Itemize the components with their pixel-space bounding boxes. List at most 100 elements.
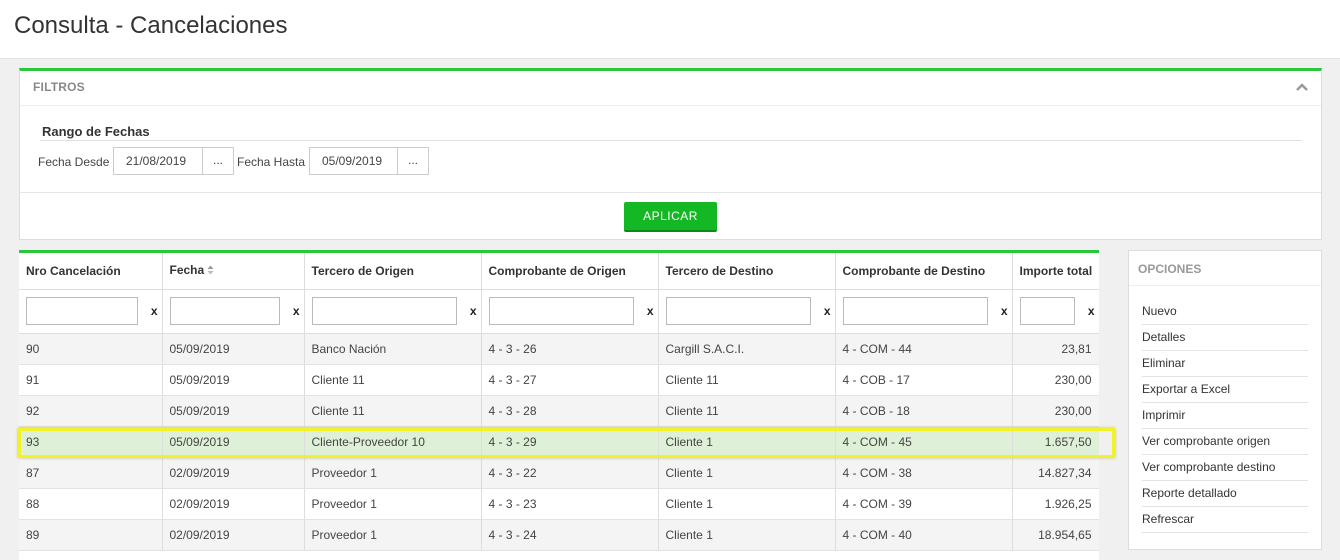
to-date-picker-button[interactable]: ... <box>397 147 429 175</box>
column-filter-input[interactable] <box>488 297 634 325</box>
options-menu: Nuevo Detalles Eliminar Exportar a Excel Imp… <box>1142 299 1308 533</box>
chevron-up-icon[interactable] <box>1295 80 1309 94</box>
tercero-origen-cell: Banco Nación <box>304 333 482 365</box>
tercero-origen-cell: Cliente 11 <box>304 364 482 396</box>
table-row[interactable]: 87 02/09/2019 Proveedor 14 - 3 - 22 Cliente… <box>19 457 1099 489</box>
table-row[interactable]: 89 02/09/2019 Proveedor 14 - 3 - 24 Cliente… <box>19 519 1099 551</box>
importe-total-cell: 14.827,34 <box>1012 457 1099 489</box>
divider <box>20 192 1321 193</box>
importe-total-cell: 230,00 <box>1012 395 1099 427</box>
clear-filter-button[interactable]: x <box>1088 304 1095 318</box>
column-filter-input[interactable] <box>1019 297 1075 325</box>
column-header[interactable]: Tercero de Destino <box>658 253 836 290</box>
divider <box>20 105 1321 106</box>
nro-cancelacion-cell: 93 <box>19 426 163 458</box>
from-date-picker-button[interactable]: ... <box>202 147 234 175</box>
table-row[interactable]: 88 02/09/2019 Proveedor 14 - 3 - 23 Cliente… <box>19 488 1099 520</box>
date-range-title: Rango de Fechas <box>42 124 150 139</box>
page-title: Consulta - Cancelaciones <box>14 12 288 39</box>
comprobante-origen-cell: 4 - 3 - 24 <box>481 519 659 551</box>
clear-filter-button[interactable]: x <box>647 304 654 318</box>
column-header[interactable]: Fecha <box>162 253 305 290</box>
importe-total-cell: 230,00 <box>1012 364 1099 396</box>
column-filter-input[interactable] <box>311 297 457 325</box>
column-filter-input[interactable] <box>26 297 138 325</box>
clear-filter-button[interactable]: x <box>824 304 831 318</box>
column-filter-input[interactable] <box>169 297 280 325</box>
to-date-field[interactable]: 05/09/2019 <box>309 147 399 175</box>
column-header-label: Tercero de Destino <box>665 263 774 278</box>
table-row[interactable]: 92 05/09/2019 Cliente 11 4 - 3 - 28 Cliente … <box>19 395 1099 427</box>
header-row: Nro Cancelación Fecha Tercero de Origen … <box>19 253 1099 290</box>
table-row[interactable]: 93 05/09/2019 Cliente-Proveedor 10 4 - 3 - … <box>19 426 1099 458</box>
clear-filter-button[interactable]: x <box>151 304 158 318</box>
divider <box>40 140 1302 141</box>
comprobante-origen-cell: 4 - 3 - 26 <box>481 333 659 365</box>
tercero-destino-cell: Cliente 1 <box>658 519 836 551</box>
nro-cancelacion-cell: 91 <box>19 364 163 396</box>
importe-total-cell: 18.954,65 <box>1012 519 1099 551</box>
tercero-origen-cell: Cliente-Proveedor 10 <box>304 426 482 458</box>
importe-total-cell: 1.657,50 <box>1012 426 1099 458</box>
comprobante-origen-cell: 4 - 3 - 28 <box>481 395 659 427</box>
fecha-cell: 02/09/2019 <box>162 488 305 520</box>
column-header-label: Fecha <box>169 263 205 278</box>
column-header[interactable]: Tercero de Origen <box>304 253 482 290</box>
comprobante-destino-cell: 4 - COM - 38 <box>835 457 1013 489</box>
comprobante-origen-cell: 4 - 3 - 29 <box>481 426 659 458</box>
option-item[interactable]: Exportar a Excel <box>1142 377 1308 403</box>
clear-filter-button[interactable]: x <box>293 304 300 318</box>
comprobante-destino-cell: 4 - COM - 40 <box>835 519 1013 551</box>
tercero-destino-cell: Cliente 1 <box>658 488 836 520</box>
tercero-destino-cell: Cliente 11 <box>658 364 836 396</box>
to-date-label: Fecha Hasta <box>237 155 306 169</box>
fecha-cell: 02/09/2019 <box>162 519 305 551</box>
column-header-label: Comprobante de Destino <box>842 263 986 278</box>
filter-row: x x x x x x x <box>19 289 1099 334</box>
comprobante-destino-cell: 4 - COB - 17 <box>835 364 1013 396</box>
filters-panel: FILTROS Rango de Fechas Fecha Desde 21/0… <box>19 68 1322 240</box>
options-title: OPCIONES <box>1138 262 1202 276</box>
option-item[interactable]: Detalles <box>1142 325 1308 351</box>
option-item[interactable]: Imprimir <box>1142 403 1308 429</box>
cancellations-grid: Nro Cancelación Fecha Tercero de Origen … <box>19 250 1099 560</box>
column-header[interactable]: Nro Cancelación <box>19 253 163 290</box>
tercero-destino-cell: Cliente 1 <box>658 457 836 489</box>
tercero-destino-cell: Cliente 1 <box>658 426 836 458</box>
option-item[interactable]: Refrescar <box>1142 507 1308 533</box>
fecha-cell: 05/09/2019 <box>162 426 305 458</box>
comprobante-origen-cell: 4 - 3 - 23 <box>481 488 659 520</box>
page-header: Consulta - Cancelaciones <box>0 0 1340 59</box>
tercero-origen-cell: Cliente 11 <box>304 395 482 427</box>
tercero-destino-cell: Cargill S.A.C.I. <box>658 333 836 365</box>
column-header-label: Comprobante de Origen <box>488 263 626 278</box>
column-filter-input[interactable] <box>842 297 988 325</box>
fecha-cell: 02/09/2019 <box>162 457 305 489</box>
comprobante-origen-cell: 4 - 3 - 27 <box>481 364 659 396</box>
column-header[interactable]: Comprobante de Origen <box>481 253 659 290</box>
options-panel: OPCIONES Nuevo Detalles Eliminar Exportar a… <box>1128 250 1322 550</box>
nro-cancelacion-cell: 87 <box>19 457 163 489</box>
importe-total-cell: 1.926,25 <box>1012 488 1099 520</box>
clear-filter-button[interactable]: x <box>1001 304 1008 318</box>
column-header[interactable]: Importe total <box>1012 253 1099 290</box>
table-row[interactable]: 90 05/09/2019 Banco Nación 4 - 3 - 26 Cargil… <box>19 333 1099 365</box>
column-header-label: Tercero de Origen <box>311 263 414 278</box>
option-item[interactable]: Eliminar <box>1142 351 1308 377</box>
table-row[interactable]: 91 05/09/2019 Cliente 11 4 - 3 - 27 Cliente … <box>19 364 1099 396</box>
sort-icon[interactable] <box>207 264 214 278</box>
option-item[interactable]: Reporte detallado <box>1142 481 1308 507</box>
comprobante-destino-cell: 4 - COM - 39 <box>835 488 1013 520</box>
option-item[interactable]: Ver comprobante destino <box>1142 455 1308 481</box>
column-filter-input[interactable] <box>665 297 811 325</box>
option-item[interactable]: Nuevo <box>1142 299 1308 325</box>
comprobante-destino-cell: 4 - COB - 18 <box>835 395 1013 427</box>
option-item[interactable]: Ver comprobante origen <box>1142 429 1308 455</box>
apply-button[interactable]: APLICAR <box>624 202 717 232</box>
comprobante-destino-cell: 4 - COM - 45 <box>835 426 1013 458</box>
from-date-field[interactable]: 21/08/2019 <box>113 147 203 175</box>
clear-filter-button[interactable]: x <box>470 304 477 318</box>
column-header[interactable]: Comprobante de Destino <box>835 253 1013 290</box>
nro-cancelacion-cell: 89 <box>19 519 163 551</box>
nro-cancelacion-cell: 92 <box>19 395 163 427</box>
